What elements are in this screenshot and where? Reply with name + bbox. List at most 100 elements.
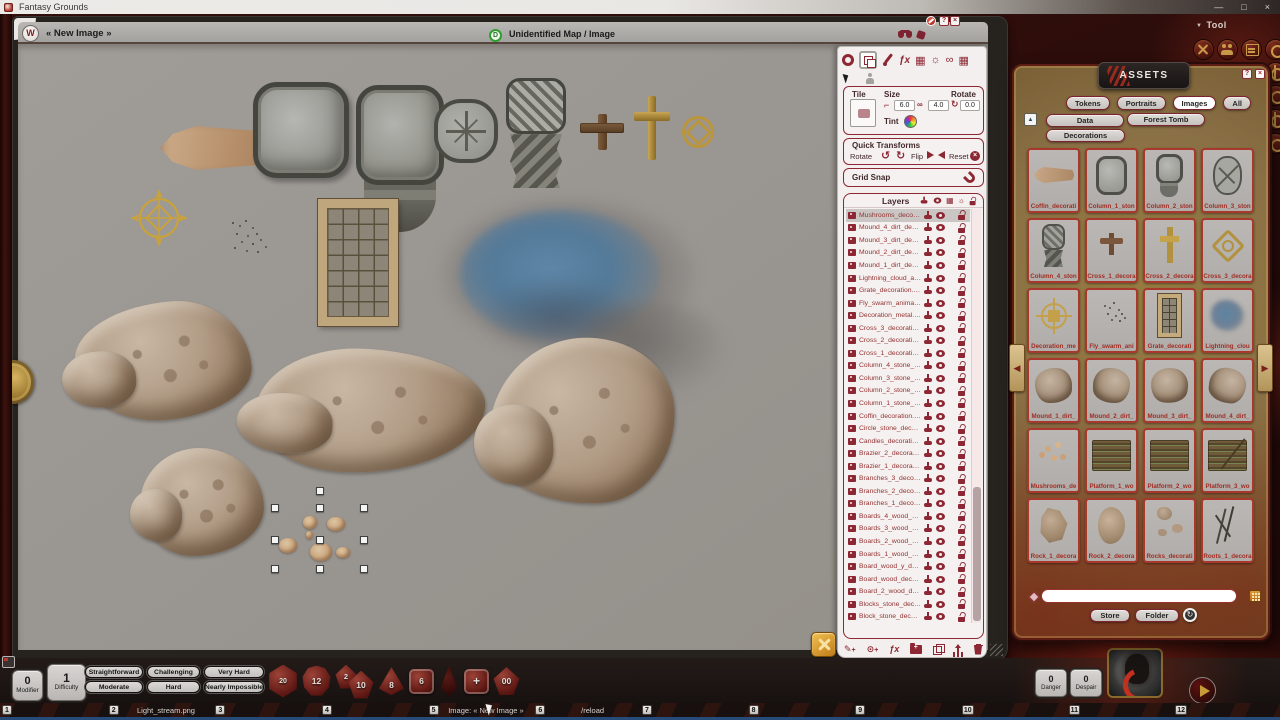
scrollbar-thumb[interactable] xyxy=(973,487,981,621)
die-button[interactable]: 20 xyxy=(268,665,298,698)
layer-visibility-icon[interactable] xyxy=(936,613,945,620)
layer-visibility-icon[interactable] xyxy=(936,325,945,332)
layer-visibility-icon[interactable] xyxy=(936,525,945,532)
asset-card[interactable]: Mound_2_dirt_ xyxy=(1085,358,1138,423)
layer-lock-icon[interactable] xyxy=(958,499,966,509)
layer-visibility-icon[interactable] xyxy=(936,375,945,382)
layer-paint-icon[interactable] xyxy=(924,462,933,471)
layers-paint-all-icon[interactable] xyxy=(921,197,929,205)
die-button[interactable]: + xyxy=(464,669,489,694)
delete-layer-icon[interactable] xyxy=(974,644,983,655)
map-window-header[interactable] xyxy=(18,22,988,44)
difficulty-preset-button[interactable]: Straightforward xyxy=(85,666,143,678)
asset-card[interactable]: Rock_2_decora xyxy=(1085,498,1138,563)
add-drawing-icon[interactable]: ✎+ xyxy=(844,644,856,655)
play-button[interactable] xyxy=(1189,677,1216,704)
layer-visibility-icon[interactable] xyxy=(936,438,945,445)
asset-card[interactable]: Cross_1_decora xyxy=(1085,218,1138,283)
hotkey-slot[interactable]: 6 /reload xyxy=(533,703,640,717)
layer-visibility-icon[interactable] xyxy=(936,576,945,583)
token-tool-icon[interactable] xyxy=(865,73,875,84)
layer-lock-icon[interactable] xyxy=(958,587,966,597)
layer-visibility-icon[interactable] xyxy=(936,237,945,244)
layer-paint-icon[interactable] xyxy=(924,236,933,245)
layer-row[interactable]: Circle_stone_decor... xyxy=(846,422,970,435)
map-help-button[interactable]: ? xyxy=(939,16,949,26)
difficulty-preset-button[interactable]: Very Hard xyxy=(204,666,264,678)
layer-row[interactable]: Branches_1_decor... xyxy=(846,498,970,511)
layer-visibility-icon[interactable] xyxy=(936,262,945,269)
layer-lock-icon[interactable] xyxy=(958,311,966,321)
layer-visibility-icon[interactable] xyxy=(936,500,945,507)
layer-visibility-icon[interactable] xyxy=(936,350,945,357)
asset-card[interactable]: Decoration_me xyxy=(1027,288,1080,353)
folder-button[interactable]: Folder xyxy=(1135,609,1179,622)
layer-row[interactable]: Column_4_stone_d... xyxy=(846,360,970,373)
layer-lock-icon[interactable] xyxy=(958,486,966,496)
selection-handle[interactable] xyxy=(271,504,279,512)
layer-paint-icon[interactable] xyxy=(924,512,933,521)
mushroom[interactable] xyxy=(336,547,350,558)
tool-sidebar-header[interactable]: ▼Tool xyxy=(1196,20,1227,30)
assets-help-button[interactable]: ? xyxy=(1242,69,1252,79)
layer-visibility-icon[interactable] xyxy=(936,475,945,482)
layer-visibility-icon[interactable] xyxy=(936,387,945,394)
layer-paint-icon[interactable] xyxy=(924,499,933,508)
layer-visibility-icon[interactable] xyxy=(936,551,945,558)
hotkey-slot[interactable]: 5 Image: « New Image » xyxy=(427,703,534,717)
difficulty-preset-button[interactable]: Nearly Impossible xyxy=(204,681,264,693)
flip-vertical-icon[interactable] xyxy=(938,151,945,159)
layer-row[interactable]: Board_wood_y_dec... xyxy=(846,560,970,573)
layer-paint-icon[interactable] xyxy=(924,550,933,559)
layer-lock-icon[interactable] xyxy=(958,286,966,296)
difficulty-preset-button[interactable]: Challenging xyxy=(147,666,200,678)
layer-lock-icon[interactable] xyxy=(958,298,966,308)
mound-1-decoration[interactable] xyxy=(71,296,255,426)
asset-card[interactable]: Column_1_ston xyxy=(1085,148,1138,213)
die-button[interactable]: 8 xyxy=(378,667,405,696)
grid-snap-magnet-icon[interactable] xyxy=(963,171,977,185)
layer-row[interactable]: Mound_4_dirt_deco... xyxy=(846,222,970,235)
asset-card[interactable]: Fly_swarm_ani xyxy=(1085,288,1138,353)
layer-lock-icon[interactable] xyxy=(958,411,966,421)
layer-visibility-icon[interactable] xyxy=(936,425,945,432)
asset-card[interactable]: Cross_2_decora xyxy=(1143,218,1196,283)
layer-row[interactable]: Candles_decoration... xyxy=(846,435,970,448)
combat-tracker-button[interactable] xyxy=(1194,40,1213,59)
layer-row[interactable]: Mound_1_dirt_deco... xyxy=(846,259,970,272)
options-button[interactable] xyxy=(1266,40,1280,59)
grid-view-icon[interactable] xyxy=(1249,590,1261,602)
layer-paint-icon[interactable] xyxy=(924,449,933,458)
difficulty-preset-button[interactable]: Moderate xyxy=(85,681,143,693)
hotkey-slot[interactable]: 3 xyxy=(213,703,320,717)
asset-card[interactable]: Mound_3_dirt_ xyxy=(1143,358,1196,423)
layer-visibility-icon[interactable] xyxy=(936,513,945,520)
layer-lock-icon[interactable] xyxy=(958,461,966,471)
difficulty-preset-button[interactable]: Hard xyxy=(147,681,200,693)
rotate-value-icon[interactable]: ↻ xyxy=(951,99,959,110)
masks-icon[interactable] xyxy=(898,30,913,40)
asset-card[interactable]: Rock_1_decora xyxy=(1027,498,1080,563)
selection-handle[interactable] xyxy=(360,536,368,544)
layer-visibility-icon[interactable] xyxy=(936,337,945,344)
layer-row[interactable]: Lightning_cloud_ani... xyxy=(846,272,970,285)
die-button[interactable]: 00 xyxy=(493,667,520,695)
layer-paint-icon[interactable] xyxy=(924,374,933,383)
assets-tab[interactable]: All xyxy=(1223,96,1251,110)
assets-tab[interactable]: Tokens xyxy=(1066,96,1110,110)
layer-lock-icon[interactable] xyxy=(958,235,966,245)
layer-row[interactable]: Mound_2_dirt_deco... xyxy=(846,247,970,260)
minimized-window-icon[interactable] xyxy=(2,656,15,668)
layer-paint-icon[interactable] xyxy=(924,399,933,408)
mushroom[interactable] xyxy=(327,517,345,531)
select-cursor-icon[interactable] xyxy=(843,72,851,83)
layer-visibility-icon[interactable] xyxy=(936,362,945,369)
layer-paint-icon[interactable] xyxy=(924,612,933,621)
layer-visibility-icon[interactable] xyxy=(936,400,945,407)
layer-row[interactable]: Cross_1_decoratio... xyxy=(846,347,970,360)
layers-grid-icon[interactable]: ▦ xyxy=(946,197,954,205)
refresh-button[interactable]: ↻ xyxy=(1183,608,1197,622)
layer-lock-icon[interactable] xyxy=(958,536,966,546)
layer-paint-icon[interactable] xyxy=(924,286,933,295)
layer-row[interactable]: Board_wood_decor... xyxy=(846,573,970,586)
